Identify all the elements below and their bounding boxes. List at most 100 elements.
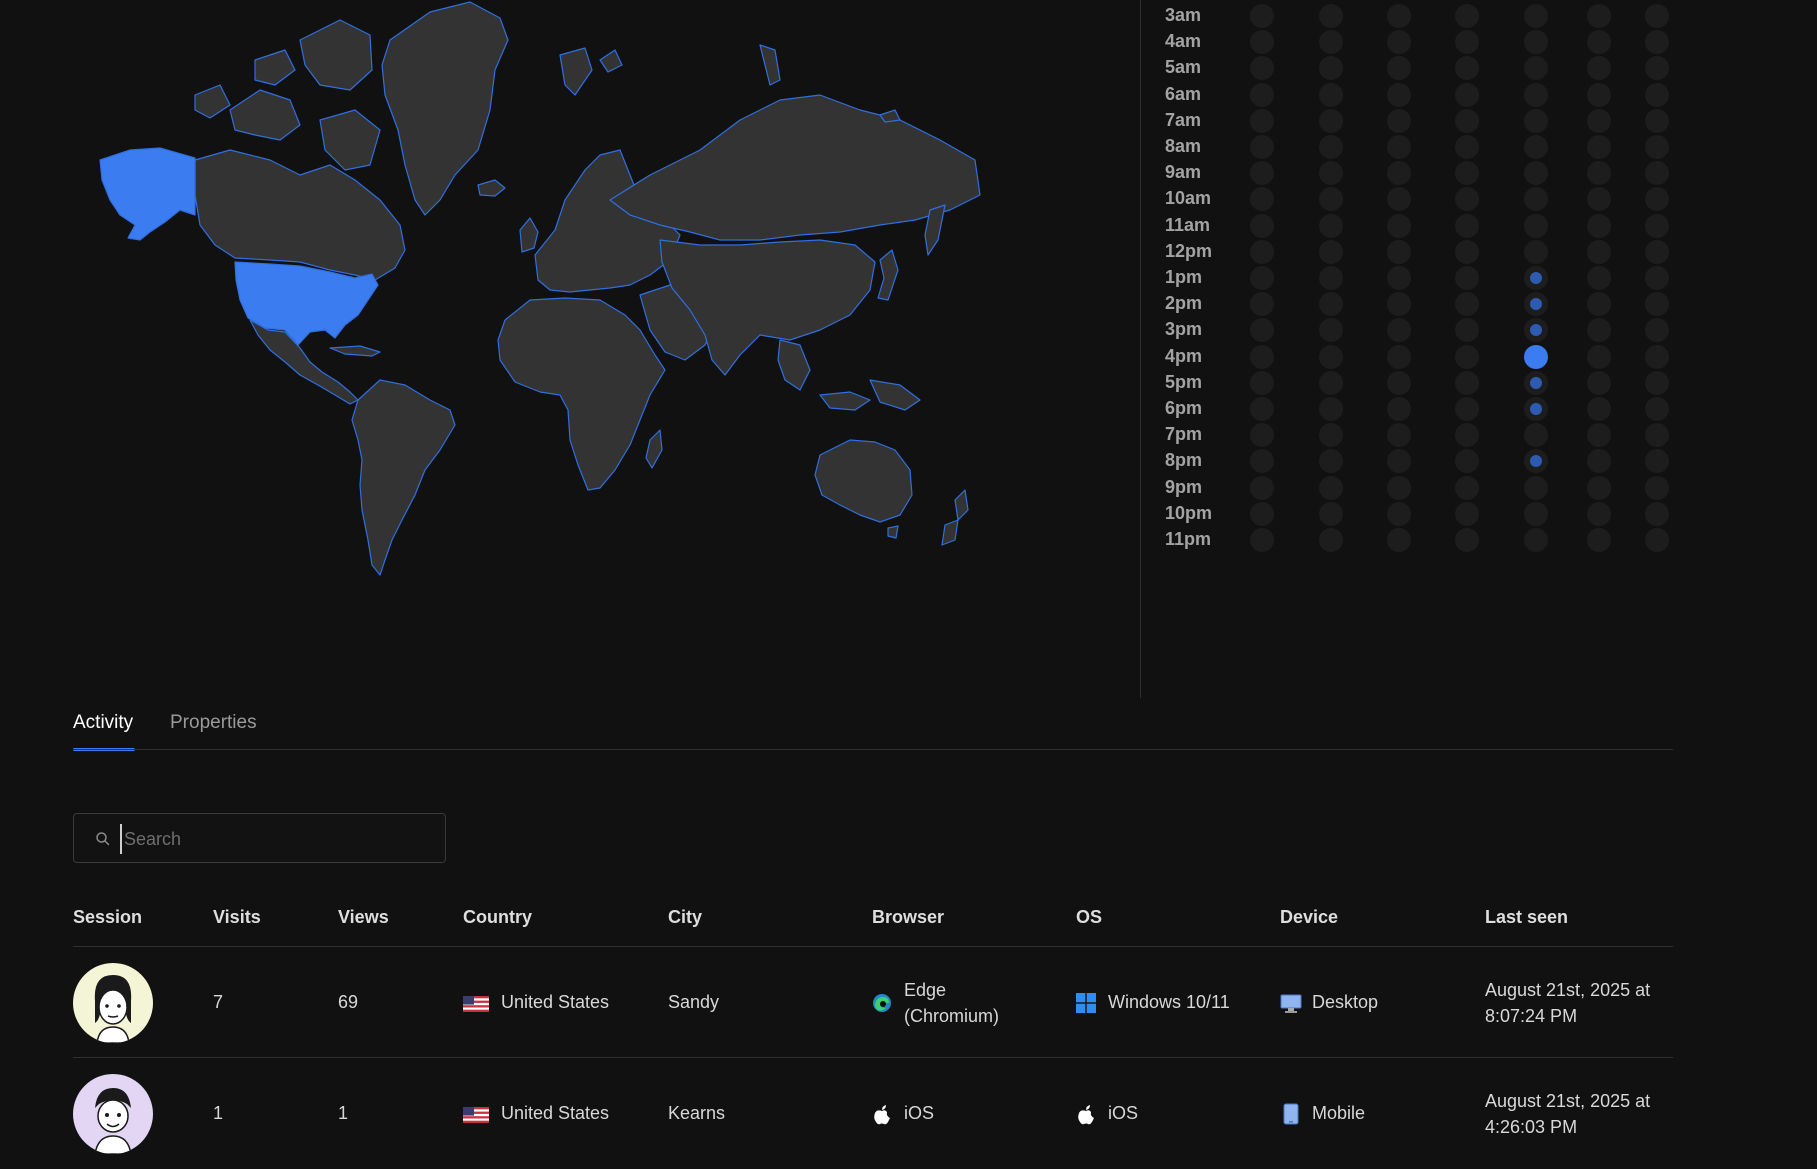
tab-activity[interactable]: Activity	[73, 712, 133, 734]
map-country-russia	[609, 94, 981, 241]
heatmap-cell	[1645, 501, 1669, 526]
heatmap-cell	[1387, 56, 1411, 81]
heatmap-cell	[1645, 318, 1669, 343]
heatmap-cell	[1645, 4, 1669, 28]
heatmap-cell	[1250, 501, 1274, 526]
hour-label: 12pm	[1165, 240, 1213, 261]
heatmap-cell	[1250, 161, 1274, 186]
heatmap-cell	[1319, 135, 1343, 159]
heatmap-cell	[1524, 30, 1548, 55]
column-header-views[interactable]: Views	[338, 907, 389, 928]
hour-label: 9pm	[1165, 476, 1203, 497]
heatmap-cell	[1319, 239, 1343, 264]
column-header-os[interactable]: OS	[1076, 907, 1102, 928]
hour-label: 3am	[1165, 5, 1202, 25]
device-value: Desktop	[1312, 992, 1379, 1012]
device-value: Mobile	[1312, 1103, 1366, 1123]
column-header-visits[interactable]: Visits	[213, 907, 261, 928]
map-country-cuba	[329, 345, 381, 357]
edge-icon	[873, 994, 891, 1012]
avatar-face-icon	[94, 1088, 132, 1154]
heatmap-activity-dot[interactable]	[1530, 376, 1542, 389]
heatmap-cell	[1250, 266, 1274, 290]
heatmap-cell	[1645, 161, 1669, 186]
os-value: Windows 10/11	[1108, 992, 1230, 1012]
heatmap-cell	[1387, 370, 1411, 395]
table-row[interactable]: 7 69 United States Sandy Edge (Chromium)…	[73, 947, 1673, 1058]
avatar[interactable]	[73, 1074, 153, 1154]
heatmap-cell	[1587, 4, 1611, 28]
heatmap-cell	[1250, 187, 1274, 212]
heatmap-cell	[1587, 135, 1611, 159]
column-header-country[interactable]: Country	[463, 907, 532, 928]
heatmap-cell	[1319, 528, 1343, 552]
heatmap-cell	[1645, 213, 1669, 238]
heatmap-cell	[1587, 213, 1611, 238]
heatmap-cell	[1455, 292, 1479, 317]
heatmap-cell	[1250, 449, 1274, 474]
heatmap-activity-dot[interactable]	[1530, 403, 1542, 415]
last-seen-time: 4:26:03 PM	[1485, 1117, 1578, 1137]
heatmap-cell	[1387, 135, 1411, 159]
map-country-canada	[194, 149, 406, 281]
heatmap-cell	[1250, 370, 1274, 395]
heatmap-cell	[1524, 4, 1548, 28]
table-row[interactable]: 1 1 United States Kearns iOS iOS Mobile …	[73, 1058, 1673, 1169]
heatmap-cell	[1645, 475, 1669, 500]
column-header-browser[interactable]: Browser	[872, 907, 944, 928]
heatmap-cell	[1645, 56, 1669, 81]
heatmap-cell	[1319, 370, 1343, 395]
heatmap-cell	[1387, 239, 1411, 264]
heatmap-cell	[1524, 423, 1548, 448]
heatmap-cell	[1455, 344, 1479, 369]
hour-label: 11pm	[1165, 529, 1212, 549]
search-input[interactable]	[120, 824, 426, 854]
column-header-city[interactable]: City	[668, 907, 702, 928]
search-icon	[96, 832, 110, 846]
heatmap-cell	[1645, 266, 1669, 290]
hour-label: 11am	[1165, 214, 1211, 235]
avatar[interactable]	[73, 963, 153, 1043]
heatmap-cell	[1387, 4, 1411, 28]
views-value: 69	[338, 992, 359, 1012]
tab-bar: Activity Properties	[73, 700, 1673, 751]
heatmap-cell	[1250, 108, 1274, 133]
heatmap-cell	[1524, 475, 1548, 500]
panel-divider	[1140, 0, 1141, 698]
hour-label: 6am	[1165, 83, 1202, 104]
heatmap-cell	[1645, 187, 1669, 212]
heatmap-cell	[1455, 213, 1479, 238]
map-country-alaska	[99, 147, 196, 241]
country-value: United States	[501, 1103, 610, 1123]
tab-properties[interactable]: Properties	[170, 712, 257, 734]
heatmap-activity-dot[interactable]	[1524, 344, 1548, 369]
map-country-canada-islands	[194, 19, 381, 171]
heatmap-cell	[1587, 528, 1611, 552]
heatmap-cell	[1455, 108, 1479, 133]
last-seen-value: August 21st, 2025 at 4:26:03 PM	[1485, 1088, 1675, 1140]
heatmap-cell	[1587, 187, 1611, 212]
heatmap-cell	[1455, 266, 1479, 290]
column-header-session[interactable]: Session	[73, 907, 142, 928]
visits-value: 1	[213, 1103, 224, 1123]
heatmap-cell	[1319, 475, 1343, 500]
heatmap-cell	[1645, 423, 1669, 448]
heatmap-cell	[1319, 82, 1343, 107]
heatmap-cell	[1387, 30, 1411, 55]
heatmap-cell	[1319, 4, 1343, 28]
heatmap-activity-dot[interactable]	[1530, 272, 1542, 284]
heatmap-cell	[1645, 344, 1669, 369]
world-map-svg	[99, 1, 981, 576]
heatmap-cell	[1587, 475, 1611, 500]
heatmap-cell	[1455, 30, 1479, 55]
heatmap-cell	[1387, 266, 1411, 290]
heatmap-cell	[1587, 239, 1611, 264]
hour-label: 7pm	[1165, 424, 1203, 445]
heatmap-cell	[1319, 318, 1343, 343]
heatmap-cell	[1524, 161, 1548, 186]
column-header-device[interactable]: Device	[1280, 907, 1338, 928]
search-box[interactable]	[73, 813, 446, 863]
heatmap-cell	[1319, 501, 1343, 526]
heatmap-cell	[1387, 108, 1411, 133]
column-header-last-seen[interactable]: Last seen	[1485, 907, 1568, 928]
